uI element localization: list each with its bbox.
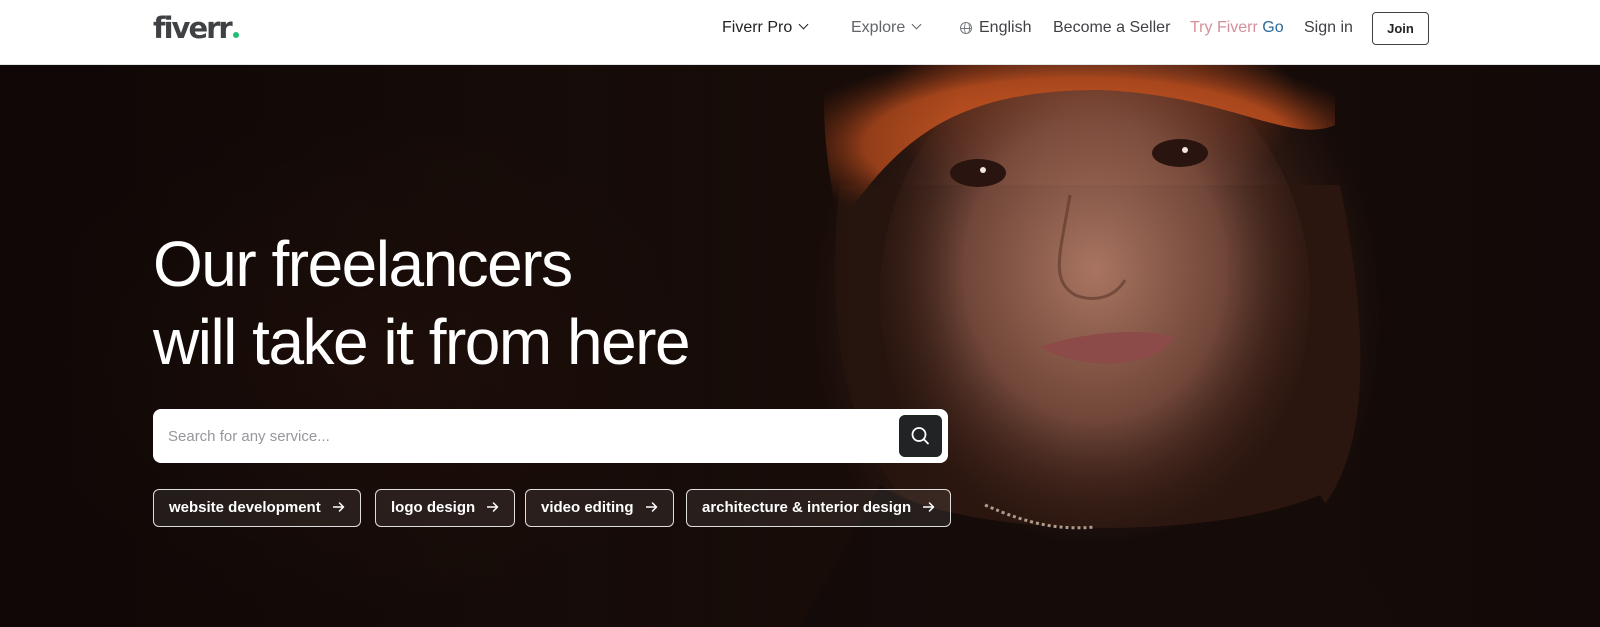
nav-language-label: English	[979, 19, 1032, 36]
nav-become-seller-label: Become a Seller	[1053, 19, 1171, 36]
join-button[interactable]: Join	[1372, 12, 1429, 45]
nav-language[interactable]: English	[960, 18, 1031, 38]
arrow-right-icon	[332, 502, 344, 512]
nav-explore[interactable]: Explore	[851, 18, 922, 38]
fiverr-logo[interactable]: fiverr	[153, 10, 239, 46]
arrow-right-icon	[487, 502, 499, 512]
chip-logo-design[interactable]: logo design	[375, 489, 516, 527]
hero-headline-line2: will take it from here	[153, 306, 691, 378]
chip-label: logo design	[391, 499, 476, 516]
globe-icon	[960, 22, 972, 34]
chip-video-editing[interactable]: video editing	[525, 489, 674, 527]
hero-headline-line1: Our freelancers	[153, 228, 573, 300]
nav-become-seller[interactable]: Become a Seller	[1053, 18, 1170, 38]
chevron-down-icon	[798, 19, 809, 30]
logo-dot	[232, 32, 239, 38]
search-bar	[153, 409, 948, 463]
chevron-down-icon	[911, 19, 922, 30]
chip-label: video editing	[541, 499, 634, 516]
try-fiverr-go-label-part1: Try Fiverr	[1190, 19, 1258, 36]
nav-sign-in-label: Sign in	[1304, 19, 1353, 36]
arrow-right-icon	[645, 502, 657, 512]
chip-website-development[interactable]: website development	[153, 489, 361, 527]
nav-fiverr-pro-label: Fiverr Pro	[722, 19, 793, 36]
chip-label: website development	[169, 499, 321, 516]
top-navigation-bar: fiverr Fiverr Pro Explore English Become…	[0, 0, 1600, 65]
logo-text: fiverr	[153, 11, 233, 45]
search-input[interactable]	[153, 409, 873, 463]
search-button[interactable]	[899, 415, 942, 457]
chip-label: architecture & interior design	[702, 499, 912, 516]
nav-sign-in[interactable]: Sign in	[1304, 18, 1353, 38]
nav-fiverr-pro[interactable]: Fiverr Pro	[722, 18, 809, 38]
hero-section: Our freelancers will take it from here w…	[0, 65, 1600, 627]
try-fiverr-go-label-part2: Go	[1257, 19, 1284, 36]
arrow-right-icon	[923, 502, 935, 512]
nav-try-fiverr-go[interactable]: Try Fiverr Go	[1190, 18, 1284, 38]
chip-architecture-interior-design[interactable]: architecture & interior design	[686, 489, 952, 527]
hero-headline: Our freelancers will take it from here	[153, 225, 691, 381]
magnifier-icon	[911, 427, 929, 445]
nav-explore-label: Explore	[851, 19, 906, 36]
